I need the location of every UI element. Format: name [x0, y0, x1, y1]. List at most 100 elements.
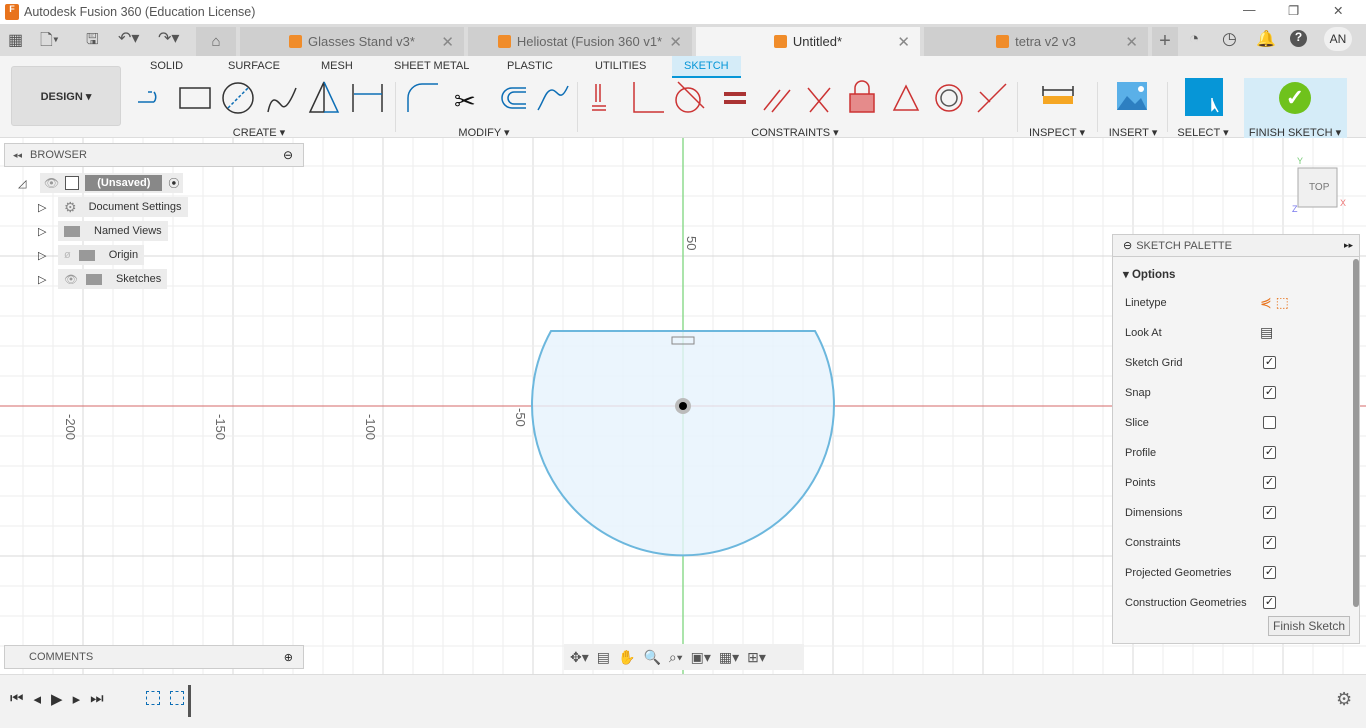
maximize-button[interactable]: ❐	[1288, 3, 1299, 18]
project-tool-icon[interactable]	[537, 85, 569, 111]
collapse-panel-icon[interactable]: ◂◂	[13, 150, 22, 161]
offset-tool-icon[interactable]	[501, 87, 526, 109]
minimize-panel-icon[interactable]: ⊖	[1123, 239, 1132, 252]
checkbox-sketch-grid[interactable]: ✓	[1263, 356, 1276, 369]
zoom-icon[interactable]: 🔍	[643, 649, 660, 666]
perpendicular-constraint-icon[interactable]	[807, 87, 831, 113]
previous-step-icon[interactable]: ◂	[34, 690, 42, 708]
minimize-panel-icon[interactable]: ⊖	[283, 148, 293, 162]
view-cube[interactable]: TOP Y X Z	[1292, 156, 1346, 214]
minimize-button[interactable]: —	[1243, 3, 1256, 17]
grid-settings-icon[interactable]: ▦▾	[719, 649, 739, 666]
insert-image-icon[interactable]	[1117, 82, 1147, 110]
user-avatar[interactable]: AN	[1324, 27, 1352, 51]
checkbox-slice[interactable]	[1263, 416, 1276, 429]
checkbox-dimensions[interactable]: ✓	[1263, 506, 1276, 519]
palette-header[interactable]: ⊖ SKETCH PALETTE ▸▸	[1113, 235, 1359, 257]
spline-tool-icon[interactable]	[267, 87, 297, 113]
rectangle-tool-icon[interactable]	[179, 87, 211, 109]
triangle-tool-icon[interactable]	[308, 81, 340, 113]
expand-panel-icon[interactable]: ▸▸	[1344, 240, 1353, 251]
tab-sheet-metal[interactable]: SHEET METAL	[394, 60, 469, 72]
equal-constraint-icon[interactable]	[724, 92, 746, 104]
expand-triangle-icon[interactable]: ▷	[38, 249, 58, 262]
checkbox-construction-geometries[interactable]: ✓	[1263, 596, 1276, 609]
play-icon[interactable]: ▶	[51, 690, 63, 708]
sketch-feature-icon[interactable]	[146, 691, 160, 705]
tab-glasses-stand[interactable]: Glasses Stand v3* ✕	[240, 27, 464, 56]
orbit-icon[interactable]: ✥▾	[570, 649, 589, 666]
trim-scissors-icon[interactable]: ✂	[454, 86, 476, 116]
expand-triangle-icon[interactable]: ▷	[38, 201, 58, 214]
new-tab-button[interactable]: +	[1152, 27, 1178, 56]
sketch-profile[interactable]	[531, 330, 835, 557]
sync-icon[interactable]: ◔	[1189, 29, 1199, 49]
workspace-dropdown[interactable]: DESIGN ▾	[11, 66, 121, 126]
expand-triangle-icon[interactable]: ▷	[38, 273, 58, 286]
undo-icon[interactable]: ↶▾	[118, 28, 139, 48]
next-step-icon[interactable]: ▸	[73, 690, 81, 708]
timeline-marker[interactable]	[188, 685, 191, 717]
look-at-icon[interactable]: ▤	[597, 649, 610, 666]
browser-root[interactable]: ◿ 👁 (Unsaved) ⦿	[18, 173, 184, 193]
close-tab-icon[interactable]: ✕	[1125, 33, 1138, 51]
pan-hand-icon[interactable]: ✋	[618, 649, 635, 666]
activate-radio-icon[interactable]: ⦿	[168, 175, 179, 191]
circle-tool-icon[interactable]	[222, 82, 254, 114]
comments-panel-header[interactable]: COMMENTS ⊕	[4, 645, 304, 669]
tab-untitled[interactable]: Untitled* ✕	[696, 27, 920, 56]
fillet-tool-icon[interactable]	[407, 83, 438, 112]
tab-utilities[interactable]: UTILITIES	[595, 60, 646, 72]
tangent-constraint-icon[interactable]	[675, 81, 705, 113]
dimension-tool-icon[interactable]	[352, 84, 383, 112]
checkbox-projected-geometries[interactable]: ✓	[1263, 566, 1276, 579]
expand-triangle-icon[interactable]: ▷	[38, 225, 58, 238]
checkbox-points[interactable]: ✓	[1263, 476, 1276, 489]
viewports-icon[interactable]: ⊞▾	[747, 649, 766, 666]
tab-sketch[interactable]: SKETCH	[672, 56, 741, 78]
fix-constraint-icon[interactable]	[592, 84, 606, 111]
tab-heliostat[interactable]: Heliostat (Fusion 360 v1* ✕	[468, 27, 692, 56]
browser-item-sketches[interactable]: ▷ 👁 Sketches	[38, 269, 168, 289]
fit-icon[interactable]: ⌕▾	[669, 649, 683, 666]
home-tab[interactable]: ⌂	[196, 27, 236, 56]
checkbox-snap[interactable]: ✓	[1263, 386, 1276, 399]
checkbox-profile[interactable]: ✓	[1263, 446, 1276, 459]
display-settings-icon[interactable]: ▣▾	[691, 649, 711, 666]
eye-hidden-icon[interactable]: ø	[64, 249, 71, 261]
measure-ruler-icon[interactable]	[1042, 86, 1074, 104]
line-tool-icon[interactable]	[138, 91, 157, 103]
browser-item-origin[interactable]: ▷ ø Origin	[38, 245, 145, 265]
eye-icon[interactable]: 👁	[44, 176, 59, 190]
finish-sketch-palette-button[interactable]: Finish Sketch	[1268, 616, 1351, 636]
browser-panel-header[interactable]: ◂◂ BROWSER ⊖	[4, 143, 304, 167]
eye-icon[interactable]: 👁	[64, 273, 78, 286]
checkbox-constraints[interactable]: ✓	[1263, 536, 1276, 549]
sketch-feature-icon[interactable]	[170, 691, 184, 705]
tab-mesh[interactable]: MESH	[321, 60, 353, 72]
help-icon[interactable]: ?	[1290, 30, 1307, 47]
clock-icon[interactable]: ◷	[1222, 29, 1237, 49]
browser-item-document-settings[interactable]: ▷ ⚙ Document Settings	[38, 197, 188, 217]
first-step-icon[interactable]: ⏮	[10, 690, 24, 708]
tab-surface[interactable]: SURFACE	[228, 60, 280, 72]
tab-plastic[interactable]: PLASTIC	[507, 60, 553, 72]
file-menu-icon[interactable]: 🗋▾	[40, 29, 59, 56]
tab-tetra[interactable]: tetra v2 v3 ✕	[924, 27, 1148, 56]
save-icon[interactable]: 🖫	[86, 29, 99, 54]
browser-item-named-views[interactable]: ▷ Named Views	[38, 221, 168, 241]
timeline-settings-gear-icon[interactable]: ⚙	[1336, 689, 1352, 710]
add-comment-icon[interactable]: ⊕	[284, 651, 293, 664]
close-tab-icon[interactable]: ✕	[441, 33, 454, 51]
select-tool-icon[interactable]	[1185, 78, 1223, 116]
symmetry-constraint-icon[interactable]	[892, 84, 920, 111]
last-step-icon[interactable]: ⏭	[90, 690, 104, 708]
linetype-icon[interactable]: ⋞ ⬚	[1260, 294, 1289, 311]
redo-icon[interactable]: ↷▾	[158, 28, 179, 48]
apps-grid-icon[interactable]: ▦	[8, 30, 23, 50]
coincident-constraint-icon[interactable]	[633, 82, 664, 113]
midpoint-constraint-icon[interactable]	[977, 83, 1007, 113]
close-tab-icon[interactable]: ✕	[897, 33, 910, 51]
lock-constraint-icon[interactable]	[849, 80, 875, 113]
notification-bell-icon[interactable]: 🔔	[1256, 29, 1276, 49]
